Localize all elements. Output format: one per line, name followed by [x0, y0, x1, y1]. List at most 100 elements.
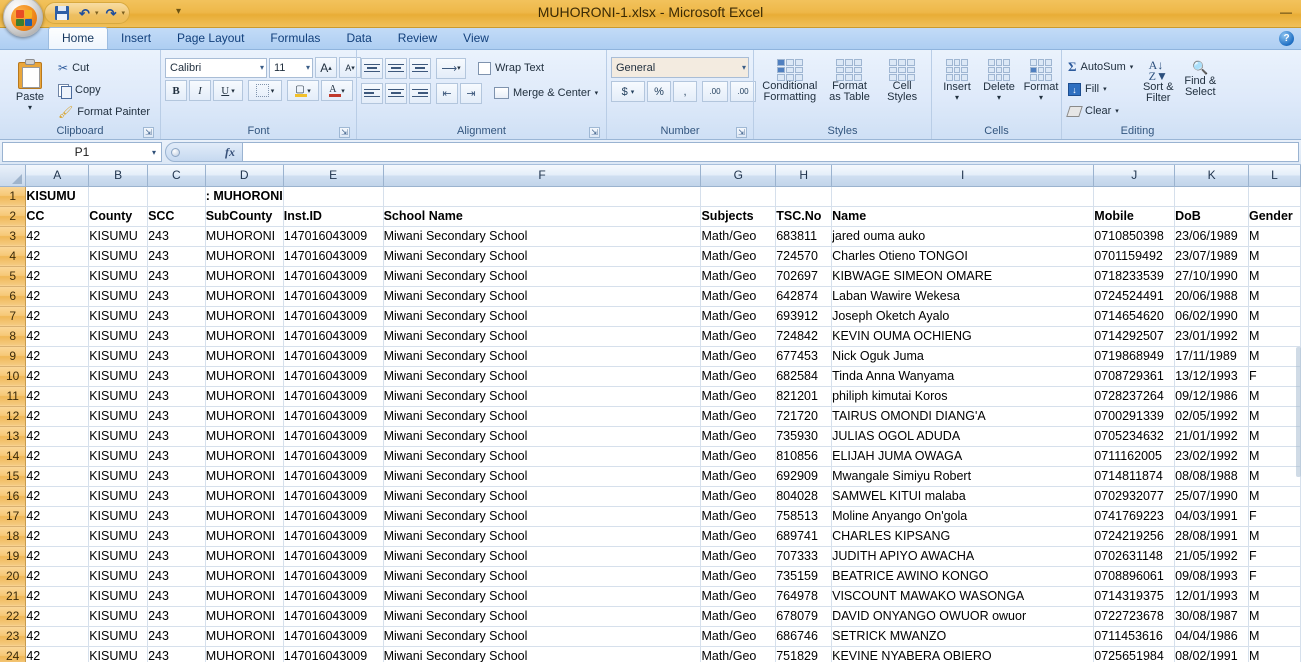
- cell-k22[interactable]: 30/08/1987: [1174, 606, 1249, 627]
- cell-d24[interactable]: MUHORONI: [205, 646, 284, 662]
- row-header-12[interactable]: 12: [0, 406, 27, 427]
- cell-j11[interactable]: 0728237264: [1093, 386, 1176, 407]
- row-header-18[interactable]: 18: [0, 526, 27, 547]
- cell-j19[interactable]: 0702631148: [1093, 546, 1176, 567]
- cell-g7[interactable]: Math/Geo: [700, 306, 777, 327]
- cell-d16[interactable]: MUHORONI: [205, 486, 284, 507]
- column-header-i[interactable]: I: [831, 165, 1095, 187]
- cell-b11[interactable]: KISUMU: [88, 386, 149, 407]
- cell-e7[interactable]: 147016043009: [283, 306, 384, 327]
- cell-h18[interactable]: 689741: [775, 526, 833, 547]
- cell-i15[interactable]: Mwangale Simiyu Robert: [831, 466, 1095, 487]
- cell-i18[interactable]: CHARLES KIPSANG: [831, 526, 1095, 547]
- cell-a10[interactable]: 42: [25, 366, 90, 387]
- cell-h24[interactable]: 751829: [775, 646, 833, 662]
- cell-l9[interactable]: M: [1248, 346, 1301, 367]
- cell-k12[interactable]: 02/05/1992: [1174, 406, 1249, 427]
- cell-g8[interactable]: Math/Geo: [700, 326, 777, 347]
- cell-h16[interactable]: 804028: [775, 486, 833, 507]
- cell-c17[interactable]: 243: [147, 506, 206, 527]
- cell-g23[interactable]: Math/Geo: [700, 626, 777, 647]
- fill-caret[interactable]: ▾: [1103, 85, 1107, 93]
- cell-l11[interactable]: M: [1248, 386, 1301, 407]
- row-header-22[interactable]: 22: [0, 606, 27, 627]
- cell-j16[interactable]: 0702932077: [1093, 486, 1176, 507]
- cell-b20[interactable]: KISUMU: [88, 566, 149, 587]
- cell-h3[interactable]: 683811: [775, 226, 833, 247]
- increase-decimal-button[interactable]: .00: [702, 81, 728, 102]
- cell-i11[interactable]: philiph kimutai Koros: [831, 386, 1095, 407]
- cell-g22[interactable]: Math/Geo: [700, 606, 777, 627]
- row-header-21[interactable]: 21: [0, 586, 27, 607]
- align-right-button[interactable]: [409, 82, 431, 104]
- orientation-button[interactable]: ⟶ ▾: [436, 57, 466, 79]
- cell-f12[interactable]: Miwani Secondary School: [382, 406, 702, 427]
- cell-d7[interactable]: MUHORONI: [205, 306, 284, 327]
- cell-d15[interactable]: MUHORONI: [205, 466, 284, 487]
- cell-e9[interactable]: 147016043009: [283, 346, 384, 367]
- cell-empty[interactable]: [831, 186, 1095, 207]
- header-cell-scc[interactable]: SCC: [147, 206, 206, 227]
- cell-k19[interactable]: 21/05/1992: [1174, 546, 1249, 567]
- cell-g19[interactable]: Math/Geo: [700, 546, 777, 567]
- cell-empty[interactable]: [775, 186, 833, 207]
- cell-h9[interactable]: 677453: [775, 346, 833, 367]
- cell-b22[interactable]: KISUMU: [88, 606, 149, 627]
- cell-d4[interactable]: MUHORONI: [205, 246, 284, 267]
- cell-f22[interactable]: Miwani Secondary School: [382, 606, 702, 627]
- underline-button[interactable]: U ▾: [213, 80, 243, 101]
- header-cell-subcounty[interactable]: SubCounty: [205, 206, 284, 227]
- cell-c21[interactable]: 243: [147, 586, 206, 607]
- cell-a1-region[interactable]: KISUMU: [25, 186, 90, 207]
- cell-l7[interactable]: M: [1248, 306, 1301, 327]
- cell-k23[interactable]: 04/04/1986: [1174, 626, 1249, 647]
- copy-button[interactable]: Copy: [56, 79, 154, 101]
- cell-d14[interactable]: MUHORONI: [205, 446, 284, 467]
- conditional-formatting-button[interactable]: Conditional Formatting: [759, 57, 821, 105]
- decrease-indent-button[interactable]: ⇤: [436, 82, 458, 104]
- merge-center-button[interactable]: Merge & Center ▾: [492, 82, 602, 104]
- cell-l15[interactable]: M: [1248, 466, 1301, 487]
- cell-b24[interactable]: KISUMU: [88, 646, 149, 662]
- cell-d23[interactable]: MUHORONI: [205, 626, 284, 647]
- cell-l4[interactable]: M: [1248, 246, 1301, 267]
- row-header-9[interactable]: 9: [0, 346, 27, 367]
- cell-k10[interactable]: 13/12/1993: [1174, 366, 1249, 387]
- cell-f6[interactable]: Miwani Secondary School: [382, 286, 702, 307]
- tab-page-layout[interactable]: Page Layout: [164, 28, 257, 49]
- help-icon[interactable]: ?: [1279, 31, 1294, 46]
- tab-view[interactable]: View: [450, 28, 502, 49]
- cell-l22[interactable]: M: [1248, 606, 1301, 627]
- cell-a14[interactable]: 42: [25, 446, 90, 467]
- cell-g14[interactable]: Math/Geo: [700, 446, 777, 467]
- cell-g12[interactable]: Math/Geo: [700, 406, 777, 427]
- cell-f15[interactable]: Miwani Secondary School: [382, 466, 702, 487]
- italic-button[interactable]: I: [189, 80, 211, 101]
- column-header-h[interactable]: H: [775, 165, 833, 187]
- row-header-24[interactable]: 24: [0, 646, 27, 662]
- font-name-combo[interactable]: Calibri ▾: [165, 57, 267, 78]
- row-header-16[interactable]: 16: [0, 486, 27, 507]
- cell-k15[interactable]: 08/08/1988: [1174, 466, 1249, 487]
- cell-a23[interactable]: 42: [25, 626, 90, 647]
- cell-e5[interactable]: 147016043009: [283, 266, 384, 287]
- cell-a18[interactable]: 42: [25, 526, 90, 547]
- cell-i10[interactable]: Tinda Anna Wanyama: [831, 366, 1095, 387]
- cell-h5[interactable]: 702697: [775, 266, 833, 287]
- cell-i20[interactable]: BEATRICE AWINO KONGO: [831, 566, 1095, 587]
- merge-caret[interactable]: ▾: [595, 89, 599, 97]
- cell-i12[interactable]: TAIRUS OMONDI DIANG'A: [831, 406, 1095, 427]
- cell-a8[interactable]: 42: [25, 326, 90, 347]
- minimize-button[interactable]: —: [1275, 3, 1297, 21]
- cell-d9[interactable]: MUHORONI: [205, 346, 284, 367]
- cell-e17[interactable]: 147016043009: [283, 506, 384, 527]
- row-header-14[interactable]: 14: [0, 446, 27, 467]
- cell-f24[interactable]: Miwani Secondary School: [382, 646, 702, 662]
- header-cell-mobile[interactable]: Mobile: [1093, 206, 1176, 227]
- cell-h21[interactable]: 764978: [775, 586, 833, 607]
- cell-g4[interactable]: Math/Geo: [700, 246, 777, 267]
- cell-k16[interactable]: 25/07/1990: [1174, 486, 1249, 507]
- cell-f9[interactable]: Miwani Secondary School: [382, 346, 702, 367]
- header-cell-inst_id[interactable]: Inst.ID: [283, 206, 384, 227]
- cell-c24[interactable]: 243: [147, 646, 206, 662]
